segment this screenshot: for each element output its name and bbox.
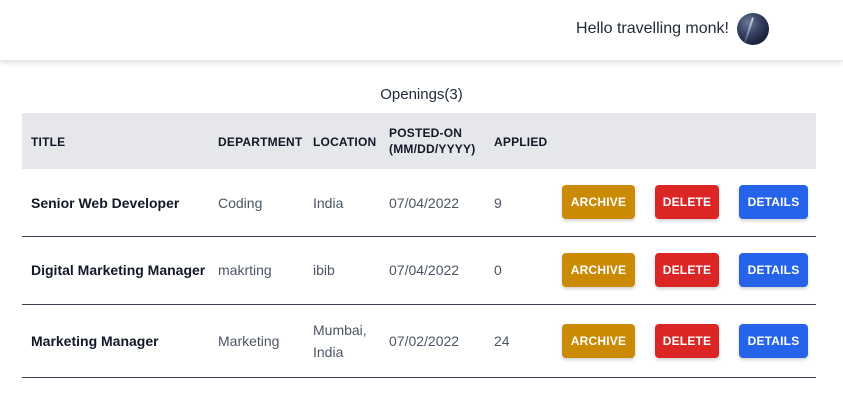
delete-button[interactable]: DELETE bbox=[655, 253, 719, 287]
delete-button[interactable]: DELETE bbox=[655, 324, 719, 358]
column-header-posted-on-label: POSTED-ON bbox=[389, 126, 463, 140]
column-header-department: DEPARTMENT bbox=[218, 135, 303, 149]
location: Mumbai, India bbox=[313, 319, 367, 363]
job-title: Digital Marketing Manager bbox=[31, 262, 206, 278]
table-row: Digital Marketing Manager makrting ibib … bbox=[22, 237, 816, 305]
details-button[interactable]: DETAILS bbox=[739, 185, 808, 219]
openings-title: Openings(3) bbox=[380, 86, 463, 103]
delete-button[interactable]: DELETE bbox=[655, 185, 719, 219]
location: India bbox=[313, 195, 344, 211]
location-line: India bbox=[313, 344, 344, 360]
column-header-posted-on: POSTED-ON (MM/DD/YYYY) bbox=[389, 125, 475, 157]
table-row: Marketing Manager Marketing Mumbai, Indi… bbox=[22, 305, 816, 378]
avatar-image-detail bbox=[744, 17, 754, 43]
column-header-location: LOCATION bbox=[313, 135, 377, 149]
openings-table: TITLE DEPARTMENT LOCATION POSTED-ON (MM/… bbox=[22, 113, 816, 378]
user-avatar[interactable] bbox=[737, 13, 769, 45]
applied-count: 9 bbox=[494, 195, 502, 211]
applied-count: 0 bbox=[494, 262, 502, 278]
column-header-title: TITLE bbox=[31, 135, 66, 149]
location: ibib bbox=[313, 262, 335, 278]
column-header-applied: APPLIED bbox=[494, 135, 548, 149]
details-button[interactable]: DETAILS bbox=[739, 253, 808, 287]
table-header: TITLE DEPARTMENT LOCATION POSTED-ON (MM/… bbox=[22, 113, 816, 169]
top-navbar: Hello travelling monk! bbox=[0, 0, 843, 61]
applied-count: 24 bbox=[494, 333, 510, 349]
department: Marketing bbox=[218, 333, 280, 349]
location-line: Mumbai, bbox=[313, 322, 367, 338]
column-header-posted-on-format: (MM/DD/YYYY) bbox=[389, 142, 476, 156]
posted-on: 07/02/2022 bbox=[389, 333, 460, 349]
posted-on: 07/04/2022 bbox=[389, 262, 460, 278]
archive-button[interactable]: ARCHIVE bbox=[562, 324, 635, 358]
archive-button[interactable]: ARCHIVE bbox=[562, 185, 635, 219]
details-button[interactable]: DETAILS bbox=[739, 324, 808, 358]
greeting-text: Hello travelling monk! bbox=[576, 20, 729, 37]
posted-on: 07/04/2022 bbox=[389, 195, 460, 211]
department: makrting bbox=[218, 262, 272, 278]
job-title: Senior Web Developer bbox=[31, 195, 180, 211]
table-row: Senior Web Developer Coding India 07/04/… bbox=[22, 169, 816, 237]
archive-button[interactable]: ARCHIVE bbox=[562, 253, 635, 287]
department: Coding bbox=[218, 195, 263, 211]
job-title: Marketing Manager bbox=[31, 333, 159, 349]
